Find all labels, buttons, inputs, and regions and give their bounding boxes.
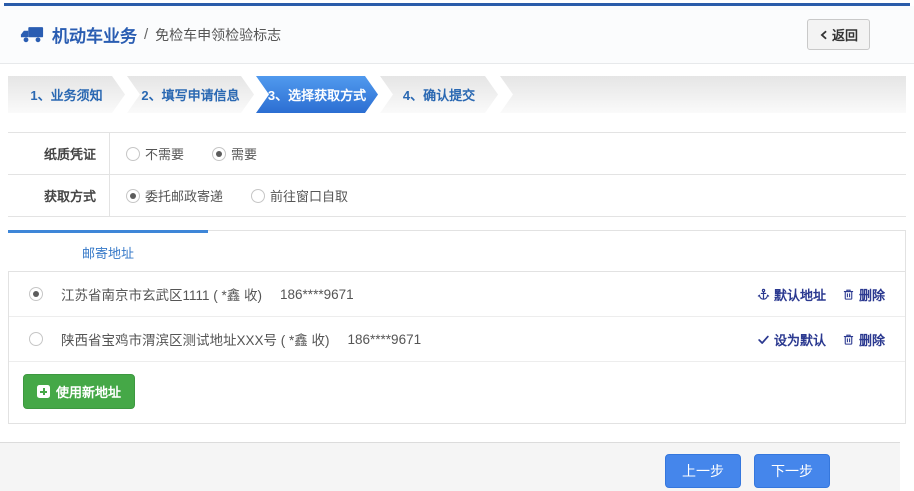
delivery-method-label: 获取方式 <box>8 175 110 216</box>
previous-step-button[interactable]: 上一步 <box>665 454 741 488</box>
page-header: 机动车业务 / 免检车申领检验标志 返回 <box>0 6 914 64</box>
use-new-address-label: 使用新地址 <box>56 382 121 401</box>
chevron-left-icon <box>819 30 829 40</box>
delete-address-label: 删除 <box>859 330 885 349</box>
tab-mailing-address[interactable]: 邮寄地址 <box>8 230 208 271</box>
set-default-label: 设为默认 <box>774 330 826 349</box>
delivery-options-form: 纸质凭证 不需要 需要 获取方式 委托邮政寄递 前往窗口自取 <box>8 132 906 217</box>
radio-option-label: 不需要 <box>145 144 184 163</box>
address-row-2: 陕西省宝鸡市渭滨区测试地址XXX号 ( *鑫 收) 186****9671 设为… <box>9 317 905 362</box>
address-phone: 186****9671 <box>280 287 354 302</box>
anchor-icon <box>757 288 770 301</box>
default-address-label: 默认地址 <box>774 285 826 304</box>
page-title: 机动车业务 <box>52 22 137 47</box>
new-address-area: 使用新地址 <box>9 362 905 423</box>
wizard-footer: 上一步 下一步 <box>0 442 900 491</box>
back-button[interactable]: 返回 <box>807 19 870 50</box>
delete-address-link[interactable]: 删除 <box>842 285 885 304</box>
step-progress-bar: 1、业务须知 2、填写申请信息 3、选择获取方式 4、确认提交 <box>8 76 906 113</box>
address-actions: 设为默认 删除 <box>757 330 885 349</box>
mailing-address-panel: 邮寄地址 江苏省南京市玄武区1111 ( *鑫 收) 186****9671 默… <box>8 230 906 424</box>
radio-option-label: 委托邮政寄递 <box>145 186 223 205</box>
breadcrumb-separator: / <box>144 26 148 43</box>
address-text: 江苏省南京市玄武区1111 ( *鑫 收) <box>61 284 262 304</box>
radio-option-label: 前往窗口自取 <box>270 186 348 205</box>
form-row-delivery-method: 获取方式 委托邮政寄递 前往窗口自取 <box>8 175 906 217</box>
address-actions: 默认地址 删除 <box>757 285 885 304</box>
paper-certificate-label: 纸质凭证 <box>8 133 110 174</box>
step-tab-3-delivery-method-active[interactable]: 3、选择获取方式 <box>256 76 378 113</box>
use-new-address-button[interactable]: 使用新地址 <box>23 374 135 409</box>
step-tab-4-confirm-submit[interactable]: 4、确认提交 <box>380 76 498 113</box>
address-radio-button[interactable] <box>29 287 43 301</box>
delivery-method-options: 委托邮政寄递 前往窗口自取 <box>110 175 348 216</box>
back-button-label: 返回 <box>832 25 858 44</box>
default-address-link[interactable]: 默认地址 <box>757 285 826 304</box>
radio-option-window-pickup[interactable]: 前往窗口自取 <box>251 186 348 205</box>
paper-certificate-options: 不需要 需要 <box>110 133 257 174</box>
address-radio-button[interactable] <box>29 332 43 346</box>
breadcrumb-current-service: 免检车申领检验标志 <box>155 25 281 45</box>
step-tab-1-notice[interactable]: 1、业务须知 <box>8 76 125 113</box>
plus-square-icon <box>37 385 50 398</box>
radio-option-need[interactable]: 需要 <box>212 144 257 163</box>
radio-button[interactable] <box>126 189 140 203</box>
radio-button[interactable] <box>126 147 140 161</box>
form-row-paper-certificate: 纸质凭证 不需要 需要 <box>8 133 906 175</box>
delete-address-link[interactable]: 删除 <box>842 330 885 349</box>
radio-button[interactable] <box>251 189 265 203</box>
radio-option-postal-delivery[interactable]: 委托邮政寄递 <box>126 186 223 205</box>
radio-button[interactable] <box>212 147 226 161</box>
truck-icon <box>20 25 44 44</box>
radio-option-no-need[interactable]: 不需要 <box>126 144 184 163</box>
trash-icon <box>842 288 855 301</box>
set-default-link[interactable]: 设为默认 <box>757 330 826 349</box>
address-phone: 186****9671 <box>348 332 422 347</box>
trash-icon <box>842 333 855 346</box>
address-row-1: 江苏省南京市玄武区1111 ( *鑫 收) 186****9671 默认地址 <box>9 272 905 317</box>
radio-option-label: 需要 <box>231 144 257 163</box>
step-tab-2-application-info[interactable]: 2、填写申请信息 <box>127 76 254 113</box>
address-text: 陕西省宝鸡市渭滨区测试地址XXX号 ( *鑫 收) <box>61 329 330 349</box>
next-step-button[interactable]: 下一步 <box>754 454 830 488</box>
address-panel-tabbar: 邮寄地址 <box>9 231 905 272</box>
delete-address-label: 删除 <box>859 285 885 304</box>
step-bar-filler <box>500 76 906 113</box>
check-icon <box>757 333 770 346</box>
